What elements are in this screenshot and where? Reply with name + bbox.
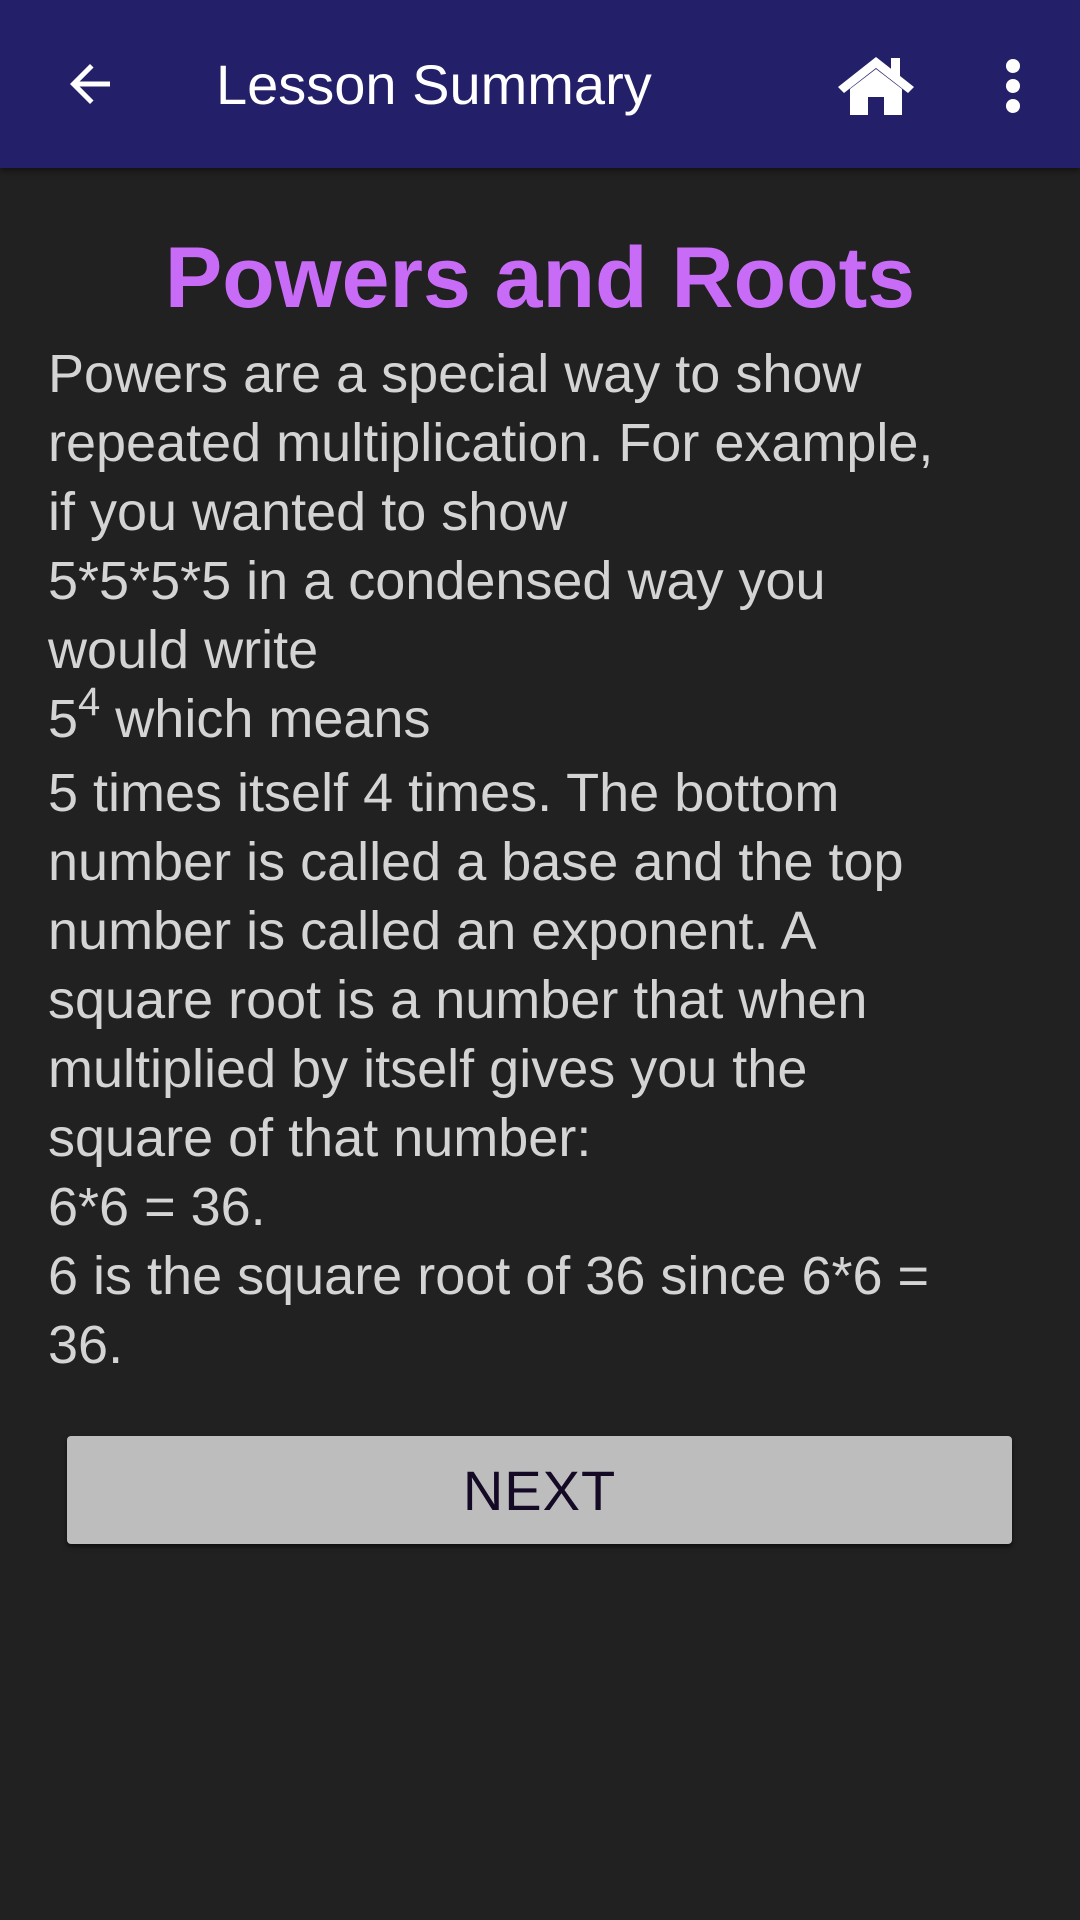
home-button[interactable] xyxy=(826,40,926,130)
body-line: 5 times itself 4 times. The bottom xyxy=(48,763,840,823)
more-options-button[interactable] xyxy=(980,44,1046,128)
home-icon xyxy=(838,57,914,115)
power-exponent: 4 xyxy=(78,680,101,724)
body-line: Powers are a special way to show xyxy=(48,344,862,404)
body-line: 6*6 = 36. xyxy=(48,1177,266,1237)
lesson-body: Powers are a special way to show repeate… xyxy=(48,340,1048,1380)
more-vert-icon xyxy=(1006,59,1020,113)
app-bar-title: Lesson Summary xyxy=(216,53,652,116)
body-line: square root is a number that when xyxy=(48,970,868,1030)
body-line: repeated multiplication. For example, xyxy=(48,413,934,473)
body-line: multiplied by itself gives you the xyxy=(48,1039,808,1099)
body-line: square of that number: xyxy=(48,1108,592,1168)
next-button[interactable]: NEXT xyxy=(67,1436,1012,1544)
power-base: 5 xyxy=(48,689,79,749)
lesson-title: Powers and Roots xyxy=(164,230,916,326)
app-bar: Lesson Summary xyxy=(0,0,1080,168)
back-button[interactable] xyxy=(40,34,140,134)
body-line: number is called a base and the top xyxy=(48,832,904,892)
arrow-left-icon xyxy=(70,64,110,104)
power-suffix: which means xyxy=(100,689,431,749)
body-line: would write xyxy=(48,620,319,680)
body-line: if you wanted to show xyxy=(48,482,568,542)
body-line: 6 is the square root of 36 since 6*6 = xyxy=(48,1246,930,1306)
body-line: 5*5*5*5 in a condensed way you xyxy=(48,551,826,611)
body-line: 36. xyxy=(48,1315,124,1375)
power-expression-line: 54 which means xyxy=(48,680,1048,759)
body-line: number is called an exponent. A xyxy=(48,901,817,961)
